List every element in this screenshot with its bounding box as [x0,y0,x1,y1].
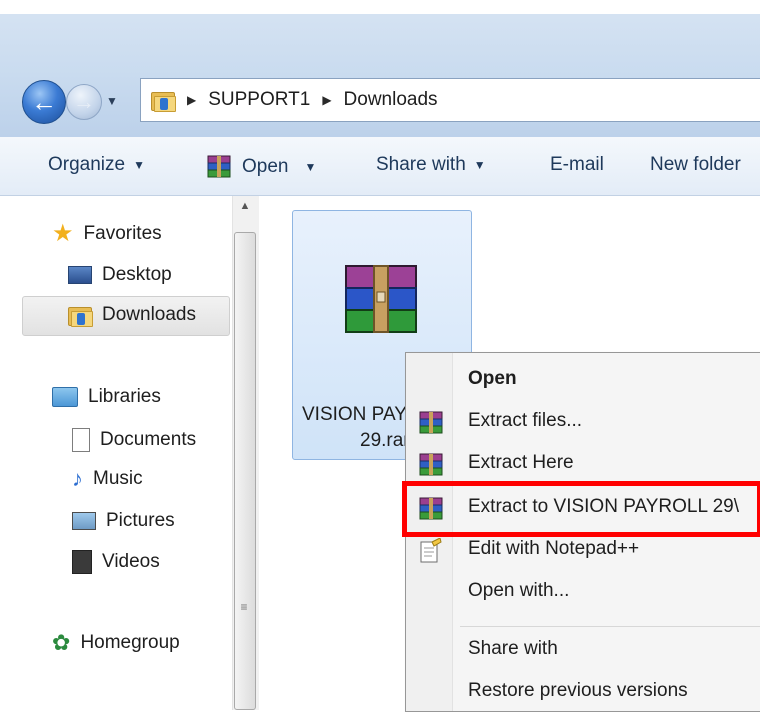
email-button[interactable]: E-mail [550,154,604,176]
menu-restore-previous[interactable]: Restore previous versions [468,680,688,702]
recent-pages-chevron-icon[interactable]: ▼ [106,94,122,108]
share-with-label: Share with [376,154,466,175]
top-strip [0,0,760,14]
nav-documents-label: Documents [100,429,197,450]
open-button[interactable]: Open ▼ [206,154,316,180]
new-folder-button[interactable]: New folder [650,154,741,176]
nav-videos-label: Videos [102,551,160,572]
scroll-up-arrow-icon[interactable]: ▲ [236,200,254,218]
menu-extract-here[interactable]: Extract Here [468,452,574,474]
menu-open-with[interactable]: Open with... [468,580,569,602]
libraries-icon [52,387,78,407]
menu-edit-notepad[interactable]: Edit with Notepad++ [468,538,639,560]
nav-pictures-label: Pictures [106,510,175,531]
menu-open[interactable]: Open [468,368,517,390]
nav-music-label: Music [93,468,143,489]
nav-desktop-label: Desktop [102,264,172,285]
menu-share-with[interactable]: Share with [468,638,558,660]
nav-favorites-label: Favorites [83,223,162,244]
scrollbar-thumb[interactable] [234,232,256,710]
nav-libraries[interactable]: Libraries [52,386,161,408]
star-icon: ★ [52,220,74,247]
breadcrumb-separator-icon[interactable]: ▶ [187,93,196,107]
red-highlight-box [402,481,760,537]
menu-extract-files[interactable]: Extract files... [468,410,582,432]
downloads-folder-icon [151,89,176,112]
nav-downloads[interactable]: Downloads [68,304,196,327]
nav-videos[interactable]: Videos [72,550,160,574]
notepad-plus-plus-icon [420,538,442,563]
homegroup-icon: ✿ [52,630,71,655]
menu-separator [460,626,760,627]
file-name-line1: VISION PAY [302,404,407,425]
new-folder-label: New folder [650,154,741,175]
back-arrow-icon: ← [31,86,57,117]
downloads-folder-icon [68,304,93,327]
breadcrumb-separator-icon[interactable]: ▶ [322,93,331,107]
nav-documents[interactable]: Documents [72,428,196,452]
nav-pictures[interactable]: Pictures [72,510,175,532]
nav-downloads-label: Downloads [102,304,196,325]
chevron-down-icon: ▼ [473,158,486,172]
scrollbar-grip-icon: ≡ [240,600,248,614]
organize-label: Organize [48,154,126,175]
chevron-down-icon: ▼ [304,160,317,174]
breadcrumb-support1[interactable]: SUPPORT1 [208,89,310,111]
winrar-icon [419,411,443,434]
address-bar[interactable]: ▶ SUPPORT1 ▶ Downloads [140,78,760,122]
email-label: E-mail [550,154,604,175]
pictures-icon [72,512,96,530]
share-with-button[interactable]: Share with ▼ [376,154,486,176]
nav-libraries-label: Libraries [88,386,161,407]
back-button[interactable]: ← [22,80,66,124]
file-name-line2: 29.rar [360,430,410,451]
organize-button[interactable]: Organize ▼ [48,154,145,176]
video-film-icon [72,550,92,574]
nav-desktop[interactable]: Desktop [68,264,172,286]
document-icon [72,428,90,452]
open-label: Open [242,156,289,177]
nav-music[interactable]: ♪ Music [72,468,143,490]
winrar-icon [419,453,443,476]
breadcrumb-downloads[interactable]: Downloads [344,89,438,111]
desktop-icon [68,266,92,284]
music-note-icon: ♪ [72,466,83,491]
winrar-icon [207,155,231,178]
winrar-archive-icon [345,265,417,333]
nav-homegroup[interactable]: ✿ Homegroup [52,632,180,654]
forward-arrow-icon: → [73,89,95,114]
forward-button[interactable]: → [66,84,102,120]
nav-homegroup-label: Homegroup [80,632,180,653]
nav-favorites[interactable]: ★ Favorites [52,222,162,246]
chevron-down-icon: ▼ [133,158,145,172]
